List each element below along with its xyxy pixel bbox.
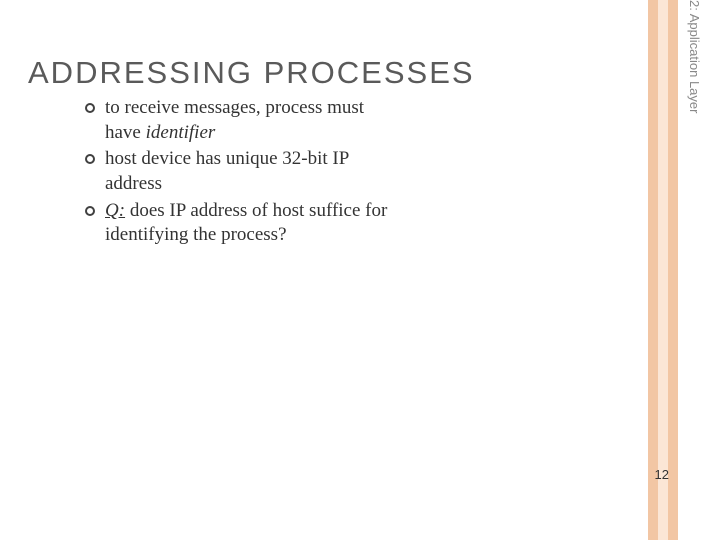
list-item: to receive messages, process must have i…: [85, 96, 395, 145]
page-number: 12: [655, 467, 669, 482]
accent-stripe-mid: [658, 0, 668, 540]
bullet-text: host device has unique 32-bit IP address: [105, 147, 395, 196]
bullet-text-pre: to receive messages, process must have: [105, 97, 364, 143]
list-item: host device has unique 32-bit IP address: [85, 147, 395, 196]
bullet-text-q: Q:: [105, 200, 125, 221]
bullet-text-post: does IP address of host suffice for iden…: [105, 200, 387, 246]
side-accent-bar: [648, 0, 678, 540]
accent-stripe-right: [668, 0, 678, 540]
bullet-list: to receive messages, process must have i…: [85, 96, 395, 250]
bullet-icon: [85, 206, 95, 216]
bullet-text-em: identifier: [146, 122, 216, 143]
list-item: Q: does IP address of host suffice for i…: [85, 199, 395, 248]
bullet-text: Q: does IP address of host suffice for i…: [105, 199, 395, 248]
accent-stripe-left: [648, 0, 658, 540]
bullet-text: to receive messages, process must have i…: [105, 96, 395, 145]
slide: ADDRESSING PROCESSES to receive messages…: [0, 0, 720, 540]
bullet-text-pre: host device has unique 32-bit IP address: [105, 148, 349, 194]
bullet-icon: [85, 103, 95, 113]
side-label: 2: Application Layer: [687, 0, 702, 160]
slide-title: ADDRESSING PROCESSES: [28, 55, 475, 91]
bullet-icon: [85, 154, 95, 164]
